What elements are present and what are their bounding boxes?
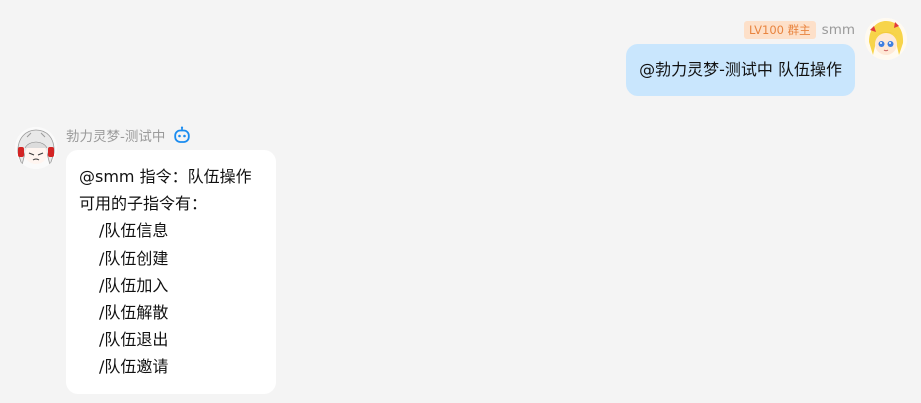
sender-name[interactable]: smm [822,22,855,38]
bot-sender-name[interactable]: 勃力灵梦-测试中 [66,125,165,145]
outgoing-message: LV100 群主 smm @勃力灵梦-测试中 队伍操作 [607,18,907,98]
subcommand-team-join: /队伍加入 [99,275,169,295]
user-avatar[interactable] [865,18,907,60]
blonde-girl-avatar-icon [865,18,907,60]
subcommand-team-info: /队伍信息 [99,221,169,241]
incoming-header: 勃力灵梦-测试中 [66,124,191,146]
subcommand-team-leave: /队伍退出 [99,330,169,350]
subcommand-team-create: /队伍创建 [99,248,169,268]
white-hair-girl-avatar-icon [15,127,57,169]
incoming-message-bubble: @smm 指令：队伍操作 可用的子指令有： /队伍信息 /队伍创建 /队伍加入 … [66,150,276,394]
message-line-subcommand-header: 可用的子指令有： [79,194,208,214]
outgoing-message-bubble: @勃力灵梦-测试中 队伍操作 [626,44,855,96]
outgoing-header: LV100 群主 smm [744,20,855,40]
robot-icon [173,126,191,144]
message-line-command: @smm 指令：队伍操作 [79,167,252,186]
subcommand-team-disband: /队伍解散 [99,302,169,322]
subcommand-team-invite: /队伍邀请 [99,357,169,377]
bot-avatar[interactable] [15,127,57,169]
level-badge: LV100 群主 [744,21,816,39]
